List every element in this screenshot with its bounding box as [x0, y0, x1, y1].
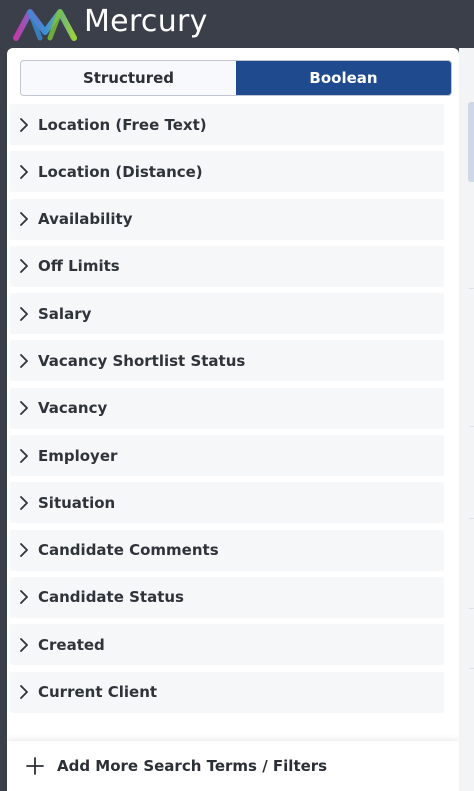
filter-item[interactable]: Off Limits [10, 245, 444, 287]
app-title: Mercury [84, 4, 208, 39]
filter-item[interactable]: Location (Free Text) [10, 104, 444, 145]
filter-item-label: Location (Distance) [38, 162, 203, 181]
chevron-right-icon [10, 495, 38, 510]
filter-item[interactable]: Vacancy [10, 387, 444, 429]
filter-item-label: Location (Free Text) [38, 115, 207, 134]
filter-item-label: Employer [38, 446, 118, 465]
filter-item-label: Current Client [38, 683, 158, 702]
filter-item-label: Off Limits [38, 257, 120, 276]
filter-item[interactable]: Vacancy Shortlist Status [10, 340, 444, 382]
chevron-right-icon [10, 448, 38, 463]
chevron-right-icon [10, 354, 38, 368]
filter-list: Location (Free Text) Location (Distance) A… [7, 104, 459, 719]
filter-item[interactable]: Candidate Status [10, 576, 444, 618]
search-filter-panel: Structured Boolean Location (Free Text) L… [7, 48, 459, 791]
filter-item[interactable]: Situation [10, 482, 444, 524]
chevron-right-icon [10, 543, 38, 558]
structured-tab[interactable]: Structured [21, 61, 236, 95]
filter-item-label: Vacancy Shortlist Status [38, 351, 246, 370]
filter-item[interactable]: Employer [10, 435, 444, 477]
filter-item[interactable]: Current Client [10, 671, 444, 713]
filter-item-label: Availability [38, 210, 133, 229]
filter-item[interactable]: Availability [10, 198, 444, 240]
mercury-logo-icon[interactable] [12, 6, 78, 42]
filter-item-label: Candidate Comments [38, 541, 219, 560]
top-bar: Mercury [0, 0, 474, 48]
filter-item-label: Situation [38, 493, 116, 512]
chevron-right-icon [10, 637, 38, 652]
chevron-right-icon [10, 590, 38, 605]
filter-item-label: Created [38, 635, 105, 654]
divider [469, 426, 474, 427]
divider [469, 288, 474, 289]
chevron-right-icon [10, 117, 38, 132]
filter-item[interactable]: Salary [10, 293, 444, 335]
panel-edge-accent [468, 102, 474, 182]
divider [469, 608, 474, 609]
chevron-right-icon [10, 685, 38, 699]
search-mode-toggle: Structured Boolean [20, 60, 452, 96]
add-more-filters-label: Add More Search Terms / Filters [57, 757, 328, 775]
right-background-panel [459, 48, 474, 791]
filter-item[interactable]: Created [10, 624, 444, 666]
filter-item[interactable]: Location (Distance) [10, 151, 444, 193]
chevron-right-icon [10, 212, 38, 226]
chevron-right-icon [10, 164, 38, 179]
filter-item-label: Candidate Status [38, 588, 184, 607]
filter-item-label: Vacancy [38, 399, 108, 418]
divider [469, 518, 474, 519]
boolean-tab[interactable]: Boolean [236, 61, 451, 95]
filter-item[interactable]: Candidate Comments [10, 529, 444, 571]
chevron-right-icon [10, 306, 38, 321]
plus-icon [26, 757, 44, 775]
add-more-filters-button[interactable]: Add More Search Terms / Filters [7, 741, 459, 791]
divider [469, 668, 474, 669]
chevron-right-icon [10, 401, 38, 416]
filter-item-label: Salary [38, 304, 92, 323]
chevron-right-icon [10, 259, 38, 274]
